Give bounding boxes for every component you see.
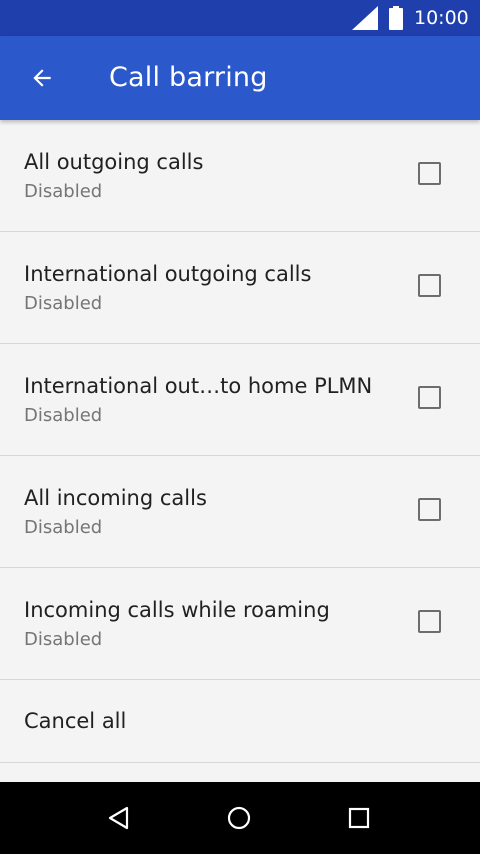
setting-label: International outgoing calls	[24, 262, 312, 286]
status-time: 10:00	[414, 7, 469, 29]
list-item-all-incoming[interactable]: All incoming calls Disabled	[0, 456, 480, 568]
setting-status: Disabled	[24, 293, 103, 314]
back-button[interactable]	[20, 56, 64, 100]
setting-status: Disabled	[24, 629, 103, 650]
setting-label: All incoming calls	[24, 486, 207, 510]
cancel-all-button[interactable]: Cancel all	[0, 680, 480, 763]
checkbox[interactable]	[418, 386, 441, 409]
setting-label: Incoming calls while roaming	[24, 598, 330, 622]
navigation-bar	[0, 782, 480, 854]
nav-back-button[interactable]	[99, 798, 139, 838]
setting-label: International out…to home PLMN	[24, 374, 373, 398]
setting-status: Disabled	[24, 517, 103, 538]
setting-status: Disabled	[24, 405, 103, 426]
signal-icon	[352, 6, 378, 30]
app-bar: Call barring	[0, 36, 480, 120]
checkbox[interactable]	[418, 274, 441, 297]
list-item-all-outgoing[interactable]: All outgoing calls Disabled	[0, 120, 480, 232]
checkbox[interactable]	[418, 610, 441, 633]
page-title: Call barring	[109, 62, 268, 93]
nav-home-button[interactable]	[219, 798, 259, 838]
recents-square-icon	[348, 807, 370, 829]
status-bar: 10:00	[0, 0, 480, 36]
arrow-back-icon	[33, 69, 51, 87]
setting-label: All outgoing calls	[24, 150, 204, 174]
checkbox[interactable]	[418, 498, 441, 521]
cancel-all-label: Cancel all	[24, 709, 127, 733]
list-item-international-except-home[interactable]: International out…to home PLMN Disabled	[0, 344, 480, 456]
battery-icon	[389, 6, 403, 30]
checkbox[interactable]	[418, 162, 441, 185]
call-barring-list: All outgoing calls Disabled Internationa…	[0, 120, 480, 763]
nav-recents-button[interactable]	[339, 798, 379, 838]
back-triangle-icon	[108, 806, 129, 830]
setting-status: Disabled	[24, 181, 103, 202]
home-circle-icon	[227, 806, 251, 830]
list-item-international-outgoing[interactable]: International outgoing calls Disabled	[0, 232, 480, 344]
list-item-incoming-roaming[interactable]: Incoming calls while roaming Disabled	[0, 568, 480, 680]
